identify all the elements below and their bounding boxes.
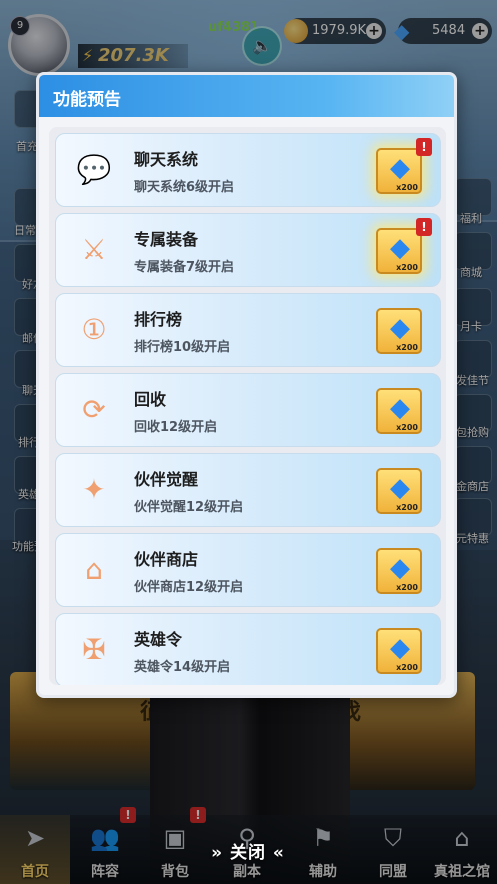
dialog-header: 功能预告: [39, 75, 454, 117]
reward-quantity: x200: [396, 423, 418, 432]
reward-quantity: x200: [396, 183, 418, 192]
feature-row[interactable]: 💬 聊天系统 聊天系统6级开启 ◆ x200 !: [55, 133, 441, 207]
reward-diamond-slot[interactable]: ◆ x200 !: [376, 138, 432, 194]
diamond-icon: ◆: [390, 313, 410, 343]
reward-diamond-slot[interactable]: ◆ x200: [376, 308, 422, 354]
reward-diamond-slot[interactable]: ◆ x200: [376, 388, 422, 434]
feature-unlock-desc: 排行榜10级开启: [134, 340, 231, 355]
exclusive-gear-icon: ⚔: [81, 233, 107, 266]
close-dialog-button[interactable]: » 关闭 «: [196, 838, 300, 866]
feature-name: 排行榜: [134, 310, 183, 329]
feature-unlock-desc: 聊天系统6级开启: [134, 180, 235, 195]
claimable-alert-badge: !: [416, 138, 432, 156]
reward-quantity: x200: [396, 503, 418, 512]
feature-name: 聊天系统: [134, 150, 199, 169]
diamond-icon: ◆: [390, 393, 410, 423]
reward-quantity: x200: [396, 583, 418, 592]
feature-unlock-desc: 伙伴商店12级开启: [134, 580, 244, 595]
feature-unlock-desc: 伙伴觉醒12级开启: [134, 500, 244, 515]
awaken-icon: ✦: [82, 473, 106, 506]
feature-unlock-desc: 专属装备7级开启: [134, 260, 235, 275]
feature-row[interactable]: ✠ 英雄令 英雄令14级开启 ◆ x200: [55, 613, 441, 685]
dialog-title: 功能预告: [53, 90, 121, 110]
feature-list[interactable]: 💬 聊天系统 聊天系统6级开启 ◆ x200 ! ⚔ 专属装备 专属装备7级开启…: [49, 127, 446, 685]
feature-row[interactable]: ⌂ 伙伴商店 伙伴商店12级开启 ◆ x200: [55, 533, 441, 607]
feature-row[interactable]: ① 排行榜 排行榜10级开启 ◆ x200: [55, 293, 441, 367]
reward-diamond-slot[interactable]: ◆ x200: [376, 468, 422, 514]
feature-unlock-desc: 回收12级开启: [134, 420, 218, 435]
feature-row[interactable]: ⟳ 回收 回收12级开启 ◆ x200: [55, 373, 441, 447]
feature-unlock-desc: 英雄令14级开启: [134, 660, 231, 675]
reward-quantity: x200: [396, 663, 418, 672]
reward-diamond-slot[interactable]: ◆ x200: [376, 548, 422, 594]
feature-name: 回收: [134, 390, 167, 409]
feature-name: 伙伴觉醒: [134, 470, 199, 489]
feature-name: 专属装备: [134, 230, 199, 249]
hero-order-icon: ✠: [82, 633, 106, 666]
claimable-alert-badge: !: [416, 218, 432, 236]
reward-quantity: x200: [396, 263, 418, 272]
feature-row[interactable]: ⚔ 专属装备 专属装备7级开启 ◆ x200 !: [55, 213, 441, 287]
chat-icon: 💬: [76, 153, 112, 186]
diamond-icon: ◆: [390, 153, 410, 183]
feature-row[interactable]: ✦ 伙伴觉醒 伙伴觉醒12级开启 ◆ x200: [55, 453, 441, 527]
feature-name: 伙伴商店: [134, 550, 199, 569]
reward-diamond-slot[interactable]: ◆ x200: [376, 628, 422, 674]
diamond-icon: ◆: [390, 233, 410, 263]
diamond-icon: ◆: [390, 633, 410, 663]
diamond-icon: ◆: [390, 553, 410, 583]
recycle-icon: ⟳: [82, 393, 106, 426]
reward-quantity: x200: [396, 343, 418, 352]
diamond-icon: ◆: [390, 473, 410, 503]
shop-icon: ⌂: [85, 553, 103, 586]
reward-diamond-slot[interactable]: ◆ x200 !: [376, 218, 432, 274]
feature-name: 英雄令: [134, 630, 183, 649]
feature-preview-dialog: 功能预告 💬 聊天系统 聊天系统6级开启 ◆ x200 ! ⚔ 专属装备 专属装…: [36, 72, 457, 698]
ranking-badge-icon: ①: [81, 313, 107, 346]
